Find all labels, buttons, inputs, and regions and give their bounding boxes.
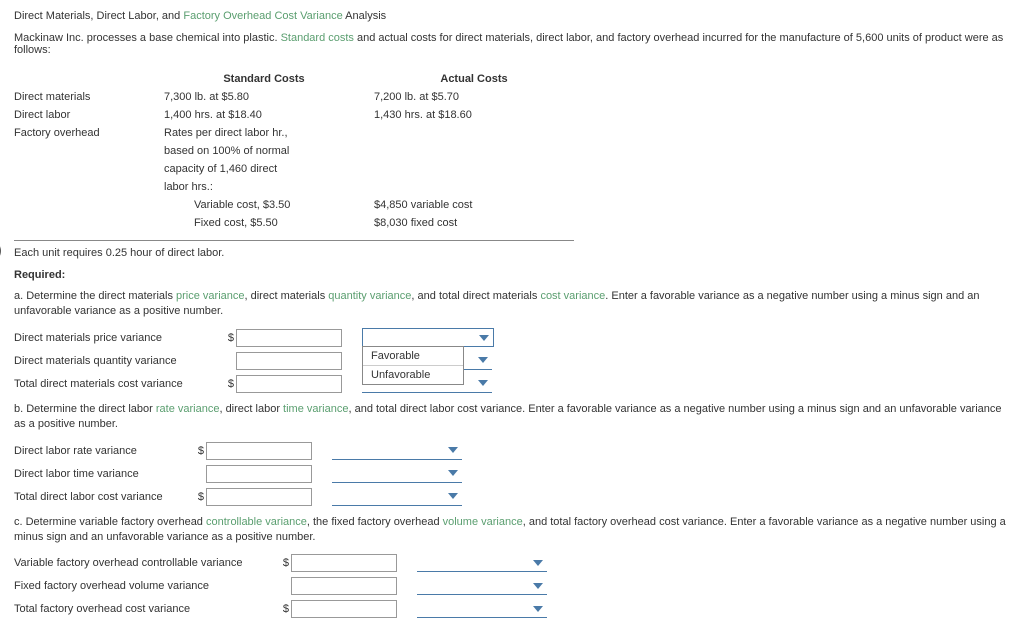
c-m1: , the fixed factory overhead xyxy=(307,516,443,528)
b-g1: rate variance xyxy=(156,403,220,415)
chevron-down-icon xyxy=(478,380,488,386)
cost-table: Standard Costs Actual Costs Direct mater… xyxy=(14,70,584,232)
dollar-sign: $ xyxy=(224,378,234,390)
dollar-sign: $ xyxy=(194,491,204,503)
a-m2: , and total direct materials xyxy=(411,290,540,302)
a-row3-input[interactable] xyxy=(236,375,342,393)
a-g3: cost variance xyxy=(540,290,605,302)
c-row1-input[interactable] xyxy=(291,554,397,572)
table-row: Direct labor 1,400 hrs. at $18.40 1,430 … xyxy=(14,106,584,124)
c-row2-label: Fixed factory overhead volume variance xyxy=(14,580,279,592)
c-row3-dropdown[interactable] xyxy=(417,600,547,618)
checkmark-icon xyxy=(0,240,10,260)
b-row2-input[interactable] xyxy=(206,465,312,483)
chevron-down-icon xyxy=(478,357,488,363)
a-row1-dropdown[interactable] xyxy=(362,328,494,347)
a-row2-input[interactable] xyxy=(236,352,342,370)
c-row1-label: Variable factory overhead controllable v… xyxy=(14,557,279,569)
c-row2-dropdown[interactable] xyxy=(417,577,547,595)
part-b-text: b. Determine the direct labor rate varia… xyxy=(14,402,1010,433)
each-unit-note: Each unit requires 0.25 hour of direct l… xyxy=(14,247,1010,259)
detail-std: Variable cost, $3.50 xyxy=(164,196,374,214)
b-row2-dropdown[interactable] xyxy=(332,465,462,483)
a-row3-label: Total direct materials cost variance xyxy=(14,378,224,390)
chevron-down-icon xyxy=(448,493,458,499)
dollar-sign: $ xyxy=(194,445,204,457)
detail-act: $8,030 fixed cost xyxy=(374,214,584,232)
detail-act: $4,850 variable cost xyxy=(374,196,584,214)
a-m1: , direct materials xyxy=(245,290,329,302)
c-row1-dropdown[interactable] xyxy=(417,554,547,572)
c-g2: volume variance xyxy=(443,516,523,528)
title-post: Analysis xyxy=(343,10,386,22)
b-g2: time variance xyxy=(283,403,348,415)
c-row2-input[interactable] xyxy=(291,577,397,595)
row-std: 1,400 hrs. at $18.40 xyxy=(164,106,374,124)
chevron-down-icon xyxy=(479,335,489,341)
table-row: Factory overhead Rates per direct labor … xyxy=(14,124,584,142)
b-row1-label: Direct labor rate variance xyxy=(14,445,194,457)
intro-green: Standard costs xyxy=(281,32,354,44)
hdr-actual: Actual Costs xyxy=(374,70,584,88)
title-pre: Direct Materials, Direct Labor, and xyxy=(14,10,183,22)
intro-pre: Mackinaw Inc. processes a base chemical … xyxy=(14,32,281,44)
row-name: Factory overhead xyxy=(14,124,164,142)
dropdown-option-unfavorable[interactable]: Unfavorable xyxy=(363,366,463,384)
dropdown-list: Favorable Unfavorable xyxy=(362,346,464,385)
intro-text: Mackinaw Inc. processes a base chemical … xyxy=(14,32,1010,56)
row-act xyxy=(374,124,584,142)
std-extra: capacity of 1,460 direct xyxy=(164,160,374,178)
row-act: 1,430 hrs. at $18.60 xyxy=(374,106,584,124)
std-extra: based on 100% of normal xyxy=(164,142,374,160)
c-g1: controllable variance xyxy=(206,516,307,528)
c-pre: c. Determine variable factory overhead xyxy=(14,516,206,528)
a-g1: price variance xyxy=(176,290,244,302)
dollar-sign: $ xyxy=(279,603,289,615)
b-row3-dropdown[interactable] xyxy=(332,488,462,506)
row-std: 7,300 lb. at $5.80 xyxy=(164,88,374,106)
chevron-down-icon xyxy=(533,583,543,589)
row-name: Direct materials xyxy=(14,88,164,106)
dollar-sign: $ xyxy=(224,332,234,344)
row-act: 7,200 lb. at $5.70 xyxy=(374,88,584,106)
row-name: Direct labor xyxy=(14,106,164,124)
b-m1: , direct labor xyxy=(219,403,283,415)
hdr-standard: Standard Costs xyxy=(164,70,374,88)
dollar-sign: $ xyxy=(279,557,289,569)
title-green: Factory Overhead Cost Variance xyxy=(183,10,342,22)
a-row2-label: Direct materials quantity variance xyxy=(14,355,224,367)
detail-std: Fixed cost, $5.50 xyxy=(164,214,374,232)
chevron-down-icon xyxy=(533,606,543,612)
part-c-text: c. Determine variable factory overhead c… xyxy=(14,515,1010,546)
b-row3-label: Total direct labor cost variance xyxy=(14,491,194,503)
c-row3-label: Total factory overhead cost variance xyxy=(14,603,279,615)
c-row3-input[interactable] xyxy=(291,600,397,618)
b-row3-input[interactable] xyxy=(206,488,312,506)
b-row2-label: Direct labor time variance xyxy=(14,468,194,480)
row-std: Rates per direct labor hr., xyxy=(164,124,374,142)
chevron-down-icon xyxy=(448,447,458,453)
b-row1-dropdown[interactable] xyxy=(332,442,462,460)
dropdown-option-favorable[interactable]: Favorable xyxy=(363,347,463,366)
table-row: Variable cost, $3.50 $4,850 variable cos… xyxy=(14,196,584,214)
table-row: Direct materials 7,300 lb. at $5.80 7,20… xyxy=(14,88,584,106)
table-row: Fixed cost, $5.50 $8,030 fixed cost xyxy=(14,214,584,232)
b-pre: b. Determine the direct labor xyxy=(14,403,156,415)
a-row1-input[interactable] xyxy=(236,329,342,347)
chevron-down-icon xyxy=(533,560,543,566)
a-row1-label: Direct materials price variance xyxy=(14,332,224,344)
chevron-down-icon xyxy=(448,470,458,476)
std-extra: labor hrs.: xyxy=(164,178,374,196)
b-row1-input[interactable] xyxy=(206,442,312,460)
page-title: Direct Materials, Direct Labor, and Fact… xyxy=(14,10,1010,22)
a-pre: a. Determine the direct materials xyxy=(14,290,176,302)
required-header: Required: xyxy=(14,269,1010,281)
part-a-text: a. Determine the direct materials price … xyxy=(14,289,1010,320)
a-g2: quantity variance xyxy=(328,290,411,302)
